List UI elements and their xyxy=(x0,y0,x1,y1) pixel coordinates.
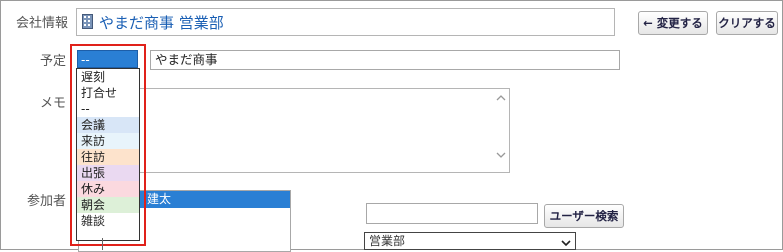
schedule-title-input[interactable]: やまだ商事 xyxy=(150,50,620,70)
participants-label: 参加者 xyxy=(26,194,66,209)
memo-scrollbar[interactable] xyxy=(493,89,509,172)
department-select-value: 営業部 xyxy=(369,234,406,248)
memo-label: メモ xyxy=(39,96,66,111)
chevron-down-icon xyxy=(561,236,571,247)
company-label: 会社情報 xyxy=(15,16,68,31)
department-select[interactable]: 営業部 xyxy=(364,232,576,250)
participant-name: 建太 xyxy=(147,192,172,206)
connector-line xyxy=(102,238,103,250)
user-search-input[interactable] xyxy=(366,203,538,224)
callout-highlight-box xyxy=(70,44,146,246)
change-button[interactable]: ← 変更する xyxy=(638,11,708,35)
schedule-label: 予定 xyxy=(39,54,66,69)
company-link[interactable]: やまだ商事 営業部 xyxy=(99,12,224,33)
building-icon xyxy=(82,14,93,29)
user-search-button[interactable]: ユーザー検索 xyxy=(544,204,624,228)
company-field: やまだ商事 営業部 xyxy=(76,8,615,36)
clear-button[interactable]: クリアする xyxy=(716,11,778,35)
